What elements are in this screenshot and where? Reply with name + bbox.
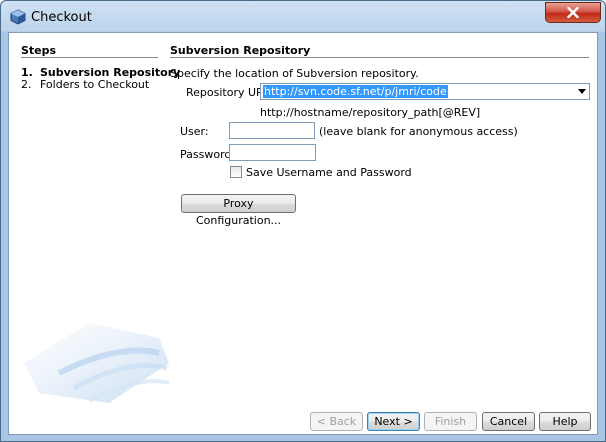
finish-button[interactable]: Finish [424,412,477,431]
step-item-folders-to-checkout: 2. Folders to Checkout [21,78,149,91]
proxy-configuration-button[interactable]: Proxy Configuration... [181,194,296,227]
repository-url-combobox[interactable]: http://svn.code.sf.net/p/jmri/code [260,83,590,100]
step-label: Folders to Checkout [40,78,150,91]
dialog-content: Steps 1. Subversion Repository 2. Folders … [8,32,598,435]
step-number: 2. [21,78,32,91]
steps-divider [21,57,158,58]
steps-heading: Steps [21,44,57,57]
netbeans-cube-icon [10,9,26,25]
window-title: Checkout [31,10,92,25]
password-label: Password: [180,148,236,161]
user-hint: (leave blank for anonymous access) [319,125,518,138]
back-button[interactable]: < Back [310,412,363,431]
panel-description: Specify the location of Subversion repos… [170,67,419,80]
panel-heading: Subversion Repository [170,44,311,57]
dropdown-arrow-icon[interactable] [578,89,586,94]
close-button[interactable] [545,2,601,23]
checkout-dialog: Checkout Steps 1. Subversion Repository 2… [0,0,606,442]
password-field[interactable] [229,144,316,161]
help-button[interactable]: Help [539,412,591,431]
title-bar[interactable]: Checkout [1,1,605,33]
user-field[interactable] [229,122,315,139]
save-credentials-label[interactable]: Save Username and Password [246,166,412,179]
cancel-button[interactable]: Cancel [482,412,535,431]
next-button[interactable]: Next > [367,412,420,431]
panel-divider [170,57,589,58]
close-icon [567,6,579,19]
repository-url-value[interactable]: http://svn.code.sf.net/p/jmri/code [263,85,448,98]
user-label: User: [180,125,209,138]
save-credentials-checkbox[interactable] [230,166,242,178]
wizard-watermark-graphic [24,323,169,403]
repository-url-hint: http://hostname/repository_path[@REV] [260,106,481,119]
